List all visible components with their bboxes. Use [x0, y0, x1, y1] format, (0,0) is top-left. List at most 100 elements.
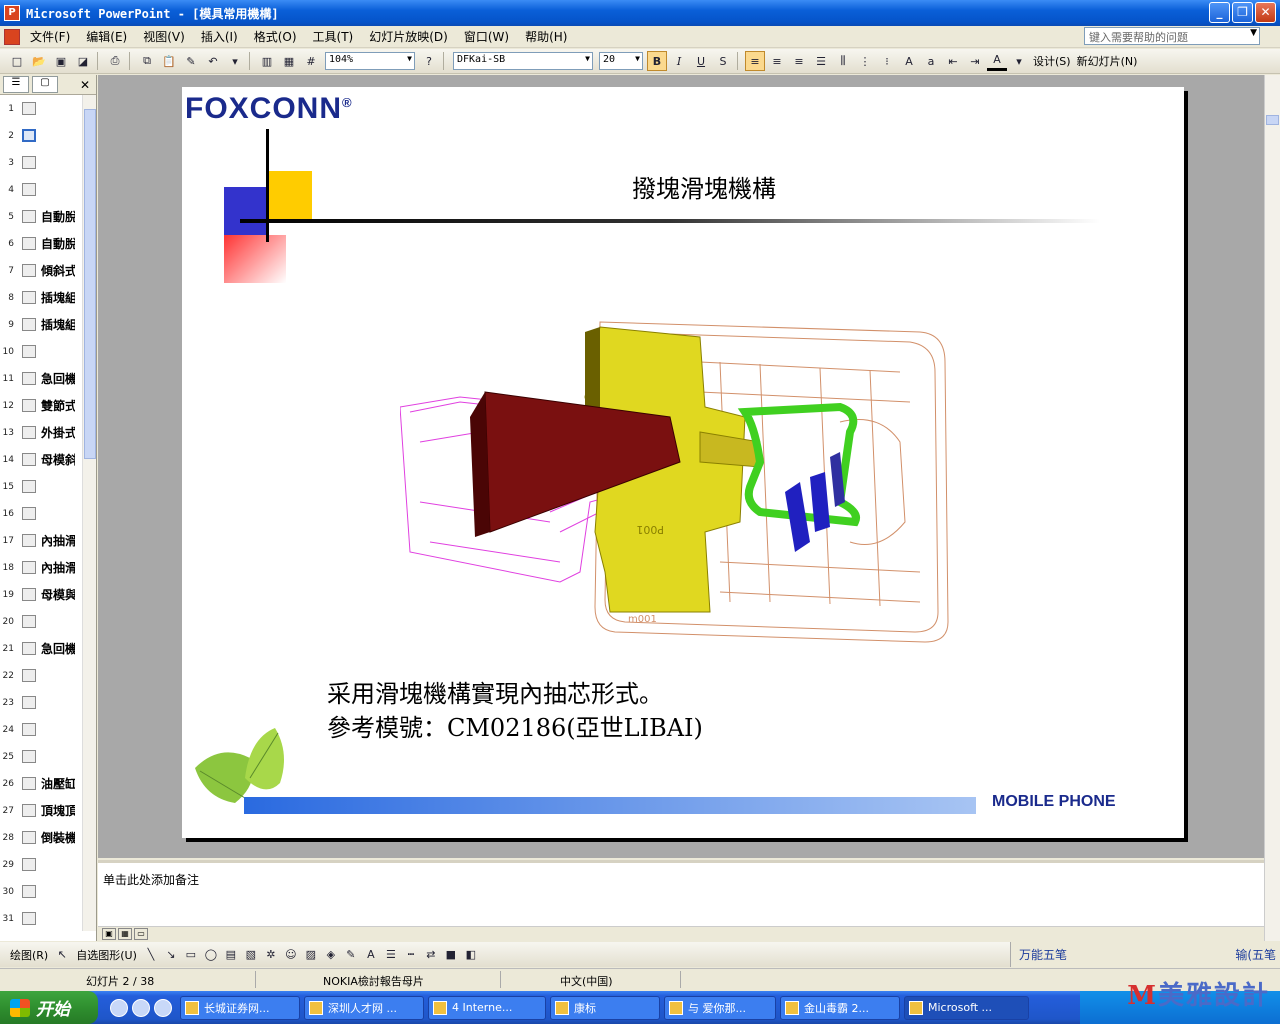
table-icon[interactable]: ▦ [279, 51, 299, 71]
align-center-icon[interactable]: ≡ [767, 51, 787, 71]
browser-icon[interactable] [110, 998, 128, 1017]
justify-icon[interactable]: ☰ [811, 51, 831, 71]
zoom-select[interactable]: 104% ▼ [325, 52, 415, 70]
line-style-icon[interactable]: ☰ [382, 945, 400, 965]
slide-icon[interactable] [22, 534, 36, 547]
dropdown-arrow-icon[interactable]: ▼ [407, 54, 412, 63]
3d-style-icon[interactable]: ◧ [462, 945, 480, 965]
underline-icon[interactable]: U [691, 51, 711, 71]
clipart-icon[interactable]: ☺ [282, 945, 300, 965]
arrow-icon[interactable]: ↘ [162, 945, 180, 965]
shadow-icon[interactable]: S [713, 51, 733, 71]
slide-sorter-icon[interactable]: ▦ [118, 928, 132, 940]
slide-icon[interactable] [22, 210, 36, 223]
dropdown-arrow-icon[interactable]: ▼ [585, 54, 590, 63]
taskbar-button[interactable]: 康标 [550, 995, 660, 1020]
scroll-thumb[interactable] [84, 109, 96, 459]
help-icon[interactable]: ? [419, 51, 439, 71]
slide-icon[interactable] [22, 183, 36, 196]
format-painter-icon[interactable]: ✎ [181, 51, 201, 71]
normal-view-icon[interactable]: ▣ [102, 928, 116, 940]
start-button[interactable]: 开始 [0, 991, 98, 1024]
increase-indent-icon[interactable]: ⇥ [965, 51, 985, 71]
permission-icon[interactable]: ◪ [73, 51, 93, 71]
diagram-icon[interactable]: ✲ [262, 945, 280, 965]
menu-window[interactable]: 窗口(W) [456, 28, 517, 45]
menu-insert[interactable]: 插入(I) [193, 28, 246, 45]
font-name-select[interactable]: DFKai-SB ▼ [453, 52, 593, 70]
slide-icon[interactable] [22, 696, 36, 709]
arrow-style-icon[interactable]: ⇄ [422, 945, 440, 965]
oval-icon[interactable]: ◯ [202, 945, 220, 965]
notes-pane[interactable]: 单击此处添加备注 [98, 860, 1264, 926]
minimize-button[interactable]: _ [1209, 2, 1230, 23]
ime-name[interactable]: 万能五笔 [1019, 946, 1067, 963]
slide-icon[interactable] [22, 912, 36, 925]
slide-canvas[interactable]: FOXCONN® 撥塊滑塊機構 P001 m001 采用滑塊機構實現內抽芯形式。… [182, 87, 1184, 838]
picture-icon[interactable]: ▨ [302, 945, 320, 965]
slide-title[interactable]: 撥塊滑塊機構 [632, 169, 776, 204]
font-color-icon[interactable]: A [362, 945, 380, 965]
slide-icon[interactable] [22, 885, 36, 898]
slide-icon[interactable] [22, 291, 36, 304]
copy-icon[interactable]: ⧉ [137, 51, 157, 71]
taskbar-button[interactable]: 深圳人才网 ... [304, 995, 424, 1020]
slide-icon[interactable] [22, 102, 36, 115]
ime-mode[interactable]: 输(五笔 [1235, 946, 1276, 963]
fill-color-icon[interactable]: ◈ [322, 945, 340, 965]
grid-icon[interactable]: # [301, 51, 321, 71]
decrease-indent-icon[interactable]: ⇤ [943, 51, 963, 71]
bold-icon[interactable]: B [647, 51, 667, 71]
font-color-icon[interactable]: A [987, 51, 1007, 71]
taskbar-button[interactable]: 与 爱你那... [664, 995, 776, 1020]
slide-icon[interactable] [22, 858, 36, 871]
slide-icon[interactable] [22, 264, 36, 277]
mold-3d-illustration[interactable]: P001 m001 [400, 302, 970, 662]
panel-scrollbar[interactable] [82, 95, 96, 931]
powerpoint-app-icon[interactable]: P [4, 5, 20, 21]
print-icon[interactable]: ⎙ [105, 51, 125, 71]
chrome-icon[interactable] [154, 998, 172, 1017]
slide-body-text[interactable]: 采用滑塊機構實現內抽芯形式。 參考模號：CM02186(亞世LIBAI) [327, 677, 703, 745]
slide-icon[interactable] [22, 642, 36, 655]
taskbar-button[interactable]: 金山毒霸 2... [780, 995, 900, 1020]
restore-button[interactable]: ❐ [1232, 2, 1253, 23]
slide-icon[interactable] [22, 723, 36, 736]
font-size-select[interactable]: 20 ▼ [599, 52, 643, 70]
menu-tools[interactable]: 工具(T) [305, 28, 362, 45]
slide-icon[interactable] [22, 399, 36, 412]
slide-icon[interactable] [22, 831, 36, 844]
slide-icon[interactable] [22, 318, 36, 331]
dash-style-icon[interactable]: ┅ [402, 945, 420, 965]
slide-icon[interactable] [22, 777, 36, 790]
slide-icon[interactable] [22, 345, 36, 358]
menu-file[interactable]: 文件(F) [22, 28, 78, 45]
slides-tab[interactable]: ▢ [32, 76, 58, 93]
close-button[interactable]: ✕ [1255, 2, 1276, 23]
taskbar-button[interactable]: 4 Interne... [428, 995, 546, 1020]
scroll-thumb[interactable] [1266, 115, 1279, 125]
slide-icon[interactable] [22, 615, 36, 628]
numbering-icon[interactable]: ⋮ [855, 51, 875, 71]
menu-help[interactable]: 帮助(H) [517, 28, 575, 45]
slide-icon[interactable] [22, 480, 36, 493]
slide-icon[interactable] [22, 669, 36, 682]
textbox-icon[interactable]: ▤ [222, 945, 240, 965]
paste-icon[interactable]: 📋 [159, 51, 179, 71]
bullets-icon[interactable]: ⁝ [877, 51, 897, 71]
slide-icon[interactable] [22, 426, 36, 439]
line-icon[interactable]: ╲ [142, 945, 160, 965]
decrease-font-icon[interactable]: a [921, 51, 941, 71]
refresh-icon[interactable] [132, 998, 150, 1017]
design-button[interactable]: 设计(S) [1030, 53, 1074, 69]
line-color-icon[interactable]: ✎ [342, 945, 360, 965]
dropdown-arrow-icon[interactable]: ▼ [635, 54, 640, 63]
slide-icon[interactable] [22, 804, 36, 817]
close-icon[interactable]: ✕ [80, 78, 90, 92]
italic-icon[interactable]: I [669, 51, 689, 71]
draw-menu-button[interactable]: 绘图(R) [6, 947, 52, 963]
font-color-dropdown-icon[interactable]: ▾ [1009, 51, 1029, 71]
slide-vertical-scrollbar[interactable] [1264, 75, 1280, 941]
taskbar-button[interactable]: Microsoft ... [904, 995, 1029, 1020]
align-left-icon[interactable]: ≡ [745, 51, 765, 71]
